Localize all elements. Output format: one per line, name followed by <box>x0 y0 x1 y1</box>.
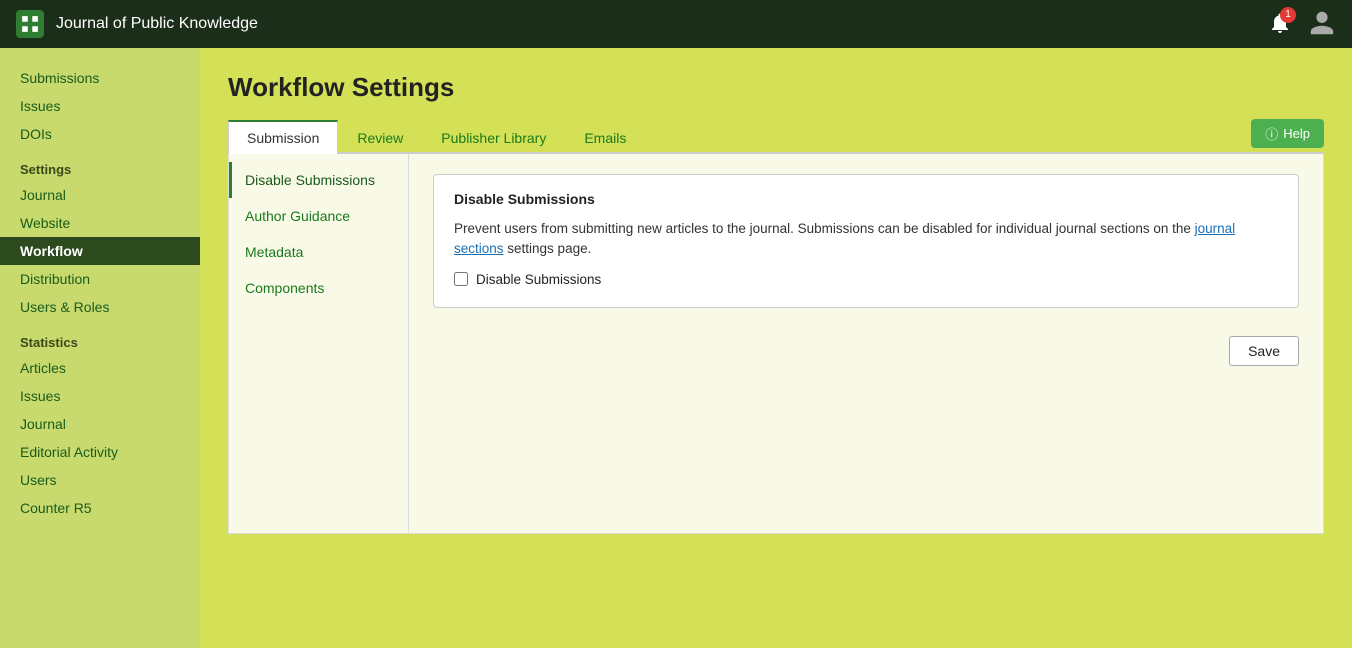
sidebar-item-stat-issues[interactable]: Issues <box>0 382 200 410</box>
settings-section-label: Settings <box>0 148 200 181</box>
page-title: Workflow Settings <box>228 72 1324 103</box>
tabs-bar: Submission Review Publisher Library Emai… <box>228 119 1324 154</box>
sidenav-item-author-guidance[interactable]: Author Guidance <box>229 198 408 234</box>
sidebar-item-issues[interactable]: Issues <box>0 92 200 120</box>
app-logo[interactable] <box>16 10 44 38</box>
save-row: Save <box>433 324 1299 370</box>
sidebar-item-users-roles[interactable]: Users & Roles <box>0 293 200 321</box>
tab-publisher-library[interactable]: Publisher Library <box>422 121 565 154</box>
notifications-bell[interactable]: 1 <box>1268 11 1292 38</box>
disable-submissions-checkbox-label[interactable]: Disable Submissions <box>476 272 601 287</box>
content-panel: Disable Submissions Author Guidance Meta… <box>228 154 1324 534</box>
section-body: Disable Submissions Prevent users from s… <box>409 154 1323 533</box>
fieldset-description: Prevent users from submitting new articl… <box>454 219 1278 260</box>
sidebar-item-distribution[interactable]: Distribution <box>0 265 200 293</box>
save-button[interactable]: Save <box>1229 336 1299 366</box>
sidenav-item-metadata[interactable]: Metadata <box>229 234 408 270</box>
sidebar-item-stat-articles[interactable]: Articles <box>0 354 200 382</box>
user-menu[interactable] <box>1308 9 1336 40</box>
topnav: Journal of Public Knowledge 1 <box>0 0 1352 48</box>
tab-review[interactable]: Review <box>338 121 422 154</box>
sidebar-item-dois[interactable]: DOIs <box>0 120 200 148</box>
sidebar-item-stat-users[interactable]: Users <box>0 466 200 494</box>
section-sidenav: Disable Submissions Author Guidance Meta… <box>229 154 409 533</box>
disable-submissions-checkbox[interactable] <box>454 272 468 286</box>
main-content: Workflow Settings Submission Review Publ… <box>200 48 1352 648</box>
tab-emails[interactable]: Emails <box>565 121 645 154</box>
sidebar-item-stat-counter[interactable]: Counter R5 <box>0 494 200 522</box>
notification-count: 1 <box>1280 7 1296 23</box>
sidebar: Submissions Issues DOIs Settings Journal… <box>0 48 200 648</box>
sidebar-item-workflow[interactable]: Workflow <box>0 237 200 265</box>
sidebar-item-website[interactable]: Website <box>0 209 200 237</box>
statistics-section-label: Statistics <box>0 321 200 354</box>
app-title: Journal of Public Knowledge <box>56 15 258 33</box>
help-circle-icon: ⓘ <box>1265 124 1278 143</box>
tab-submission[interactable]: Submission <box>228 120 338 154</box>
fieldset-title: Disable Submissions <box>454 191 1278 207</box>
sidebar-item-stat-editorial[interactable]: Editorial Activity <box>0 438 200 466</box>
sidebar-item-stat-journal[interactable]: Journal <box>0 410 200 438</box>
help-button[interactable]: ⓘ Help <box>1251 119 1324 148</box>
disable-submissions-fieldset: Disable Submissions Prevent users from s… <box>433 174 1299 308</box>
sidenav-item-components[interactable]: Components <box>229 270 408 306</box>
sidebar-item-journal[interactable]: Journal <box>0 181 200 209</box>
sidebar-item-submissions[interactable]: Submissions <box>0 64 200 92</box>
sidenav-item-disable-submissions[interactable]: Disable Submissions <box>229 162 408 198</box>
disable-submissions-checkbox-row: Disable Submissions <box>454 272 1278 287</box>
